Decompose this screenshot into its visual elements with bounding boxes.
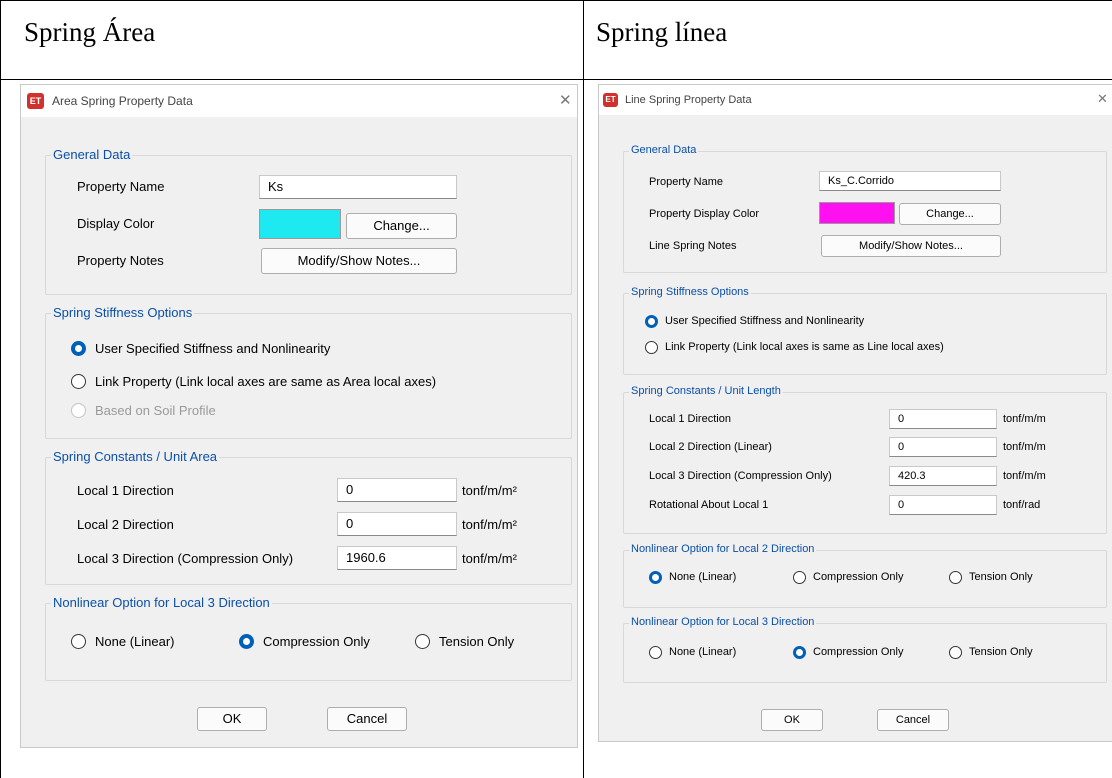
local3-unit: tonf/m/m (1003, 470, 1046, 482)
soil-profile-radio (71, 403, 86, 418)
modify-notes-button[interactable]: Modify/Show Notes... (821, 235, 1001, 257)
compression-only-radio[interactable] (239, 634, 254, 649)
local1-label: Local 1 Direction (77, 483, 174, 498)
local2-input[interactable]: 0 (337, 512, 457, 536)
user-specified-label[interactable]: User Specified Stiffness and Nonlinearit… (95, 341, 330, 356)
l3-tension-only-radio[interactable] (949, 646, 962, 659)
user-specified-radio[interactable] (645, 315, 658, 328)
property-notes-label: Property Notes (77, 253, 164, 268)
local3-label: Local 3 Direction (Compression Only) (649, 470, 832, 482)
change-color-button[interactable]: Change... (899, 203, 1001, 225)
compression-only-label[interactable]: Compression Only (263, 634, 370, 649)
dialog-title: Line Spring Property Data (625, 94, 752, 106)
none-linear-radio[interactable] (71, 634, 86, 649)
soil-profile-label: Based on Soil Profile (95, 403, 216, 418)
local2-label: Local 2 Direction (77, 517, 174, 532)
table-border-left (0, 0, 1, 778)
l2-compression-only-radio[interactable] (793, 571, 806, 584)
table-border-middle (583, 0, 584, 778)
modify-notes-button[interactable]: Modify/Show Notes... (261, 248, 457, 274)
display-color-swatch[interactable] (259, 209, 341, 239)
link-property-label[interactable]: Link Property (Link local axes is same a… (665, 341, 944, 353)
link-property-radio[interactable] (71, 374, 86, 389)
line-spring-notes-label: Line Spring Notes (649, 240, 737, 252)
table-border-row (0, 79, 1112, 80)
link-property-label[interactable]: Link Property (Link local axes are same … (95, 374, 436, 389)
link-property-radio[interactable] (645, 341, 658, 354)
tension-only-label[interactable]: Tension Only (439, 634, 514, 649)
close-icon[interactable]: ✕ (1097, 91, 1108, 107)
local2-unit: tonf/m/m² (462, 517, 517, 532)
user-specified-label[interactable]: User Specified Stiffness and Nonlinearit… (665, 315, 864, 327)
l3-tension-only-label[interactable]: Tension Only (969, 646, 1033, 658)
nonlinear-local2-legend: Nonlinear Option for Local 2 Direction (629, 543, 817, 555)
table-border-top (0, 0, 1112, 1)
local2-input[interactable]: 0 (889, 437, 997, 457)
area-spring-dialog: ET Area Spring Property Data ✕ General D… (20, 84, 578, 748)
dialog-titlebar: ET Area Spring Property Data ✕ (21, 85, 577, 117)
change-color-button[interactable]: Change... (346, 213, 457, 239)
property-name-label: Property Name (77, 179, 165, 194)
close-icon[interactable]: ✕ (559, 91, 572, 109)
cancel-button[interactable]: Cancel (327, 707, 407, 731)
right-heading: Spring línea (596, 17, 728, 47)
local1-label: Local 1 Direction (649, 413, 731, 425)
local1-unit: tonf/m/m (1003, 413, 1046, 425)
spring-constants-legend: Spring Constants / Unit Area (51, 449, 220, 464)
nonlinear-local3-legend: Nonlinear Option for Local 3 Direction (629, 616, 817, 628)
none-linear-label[interactable]: None (Linear) (95, 634, 175, 649)
rotational-unit: tonf/rad (1003, 499, 1041, 511)
user-specified-radio[interactable] (71, 341, 86, 356)
cancel-button[interactable]: Cancel (877, 709, 949, 731)
local3-label: Local 3 Direction (Compression Only) (77, 551, 294, 566)
local3-unit: tonf/m/m² (462, 551, 517, 566)
l2-tension-only-radio[interactable] (949, 571, 962, 584)
etabs-app-icon: ET (603, 93, 618, 107)
left-heading: Spring Área (24, 17, 156, 47)
dialog-title: Area Spring Property Data (52, 94, 193, 108)
ok-button[interactable]: OK (761, 709, 823, 731)
local3-input[interactable]: 420.3 (889, 466, 997, 486)
l3-none-linear-radio[interactable] (649, 646, 662, 659)
property-name-label: Property Name (649, 176, 723, 188)
stiffness-options-legend: Spring Stiffness Options (629, 286, 751, 298)
l2-tension-only-label[interactable]: Tension Only (969, 571, 1033, 583)
l2-compression-only-label[interactable]: Compression Only (813, 571, 903, 583)
l2-none-linear-radio[interactable] (649, 571, 662, 584)
l3-compression-only-label[interactable]: Compression Only (813, 646, 903, 658)
local1-unit: tonf/m/m² (462, 483, 517, 498)
spring-constants-legend: Spring Constants / Unit Length (629, 385, 783, 397)
stiffness-options-group (623, 293, 1107, 375)
nonlinear-local3-legend: Nonlinear Option for Local 3 Direction (51, 595, 272, 610)
display-color-swatch[interactable] (819, 202, 895, 224)
rotational-label: Rotational About Local 1 (649, 499, 769, 511)
line-spring-dialog: ET Line Spring Property Data ✕ General D… (598, 84, 1112, 742)
local3-input[interactable]: 1960.6 (337, 546, 457, 570)
display-color-label: Display Color (77, 216, 155, 231)
general-data-legend: General Data (629, 144, 699, 156)
local2-unit: tonf/m/m (1003, 441, 1046, 453)
general-data-legend: General Data (51, 147, 133, 162)
property-name-input[interactable]: Ks (259, 175, 457, 199)
tension-only-radio[interactable] (415, 634, 430, 649)
local1-input[interactable]: 0 (337, 478, 457, 502)
l3-compression-only-radio[interactable] (793, 646, 806, 659)
property-name-input[interactable]: Ks_C.Corrido (819, 171, 1001, 191)
etabs-app-icon: ET (27, 93, 44, 109)
l3-none-linear-label[interactable]: None (Linear) (669, 646, 736, 658)
stiffness-options-legend: Spring Stiffness Options (51, 305, 195, 320)
dialog-titlebar: ET Line Spring Property Data ✕ (599, 85, 1112, 115)
rotational-input[interactable]: 0 (889, 495, 997, 515)
display-color-label: Property Display Color (649, 208, 760, 220)
ok-button[interactable]: OK (197, 707, 267, 731)
local2-label: Local 2 Direction (Linear) (649, 441, 772, 453)
l2-none-linear-label[interactable]: None (Linear) (669, 571, 736, 583)
local1-input[interactable]: 0 (889, 409, 997, 429)
